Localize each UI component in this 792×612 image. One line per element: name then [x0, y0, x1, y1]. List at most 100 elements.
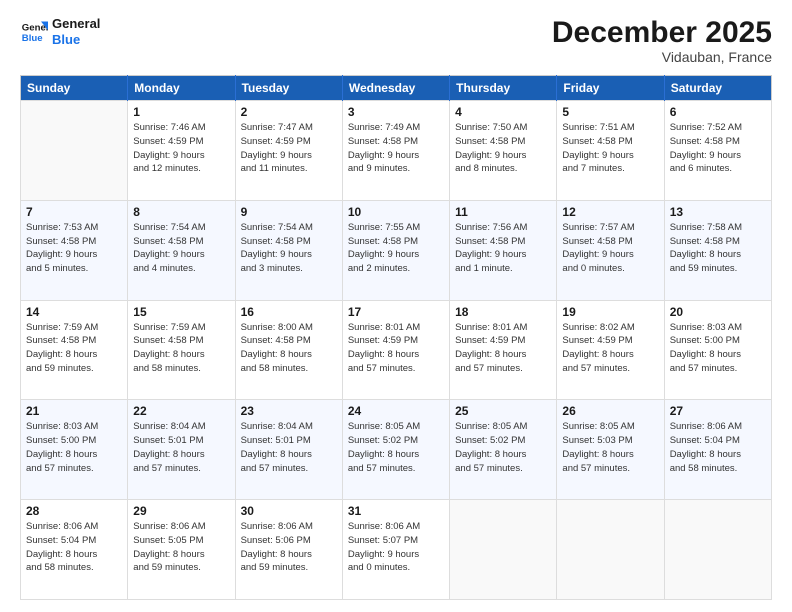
day-number: 13: [670, 205, 766, 219]
calendar-cell: 11 Sunrise: 7:56 AM Sunset: 4:58 PM Dayli…: [450, 200, 557, 300]
day-detail: Sunrise: 8:03 AM Sunset: 5:00 PM Dayligh…: [26, 420, 122, 475]
day-detail: Sunrise: 7:49 AM Sunset: 4:58 PM Dayligh…: [348, 121, 444, 176]
day-detail: Sunrise: 8:00 AM Sunset: 4:58 PM Dayligh…: [241, 321, 337, 376]
weekday-header-thursday: Thursday: [450, 76, 557, 101]
day-number: 3: [348, 105, 444, 119]
calendar-cell: 21 Sunrise: 8:03 AM Sunset: 5:00 PM Dayli…: [21, 400, 128, 500]
day-detail: Sunrise: 7:47 AM Sunset: 4:59 PM Dayligh…: [241, 121, 337, 176]
calendar-cell: 24Sunrise: 8:05 AM Sunset: 5:02 PM Dayli…: [342, 400, 449, 500]
calendar-cell: 20Sunrise: 8:03 AM Sunset: 5:00 PM Dayli…: [664, 300, 771, 400]
day-number: 5: [562, 105, 658, 119]
calendar-cell: 12Sunrise: 7:57 AM Sunset: 4:58 PM Dayli…: [557, 200, 664, 300]
day-detail: Sunrise: 8:04 AM Sunset: 5:01 PM Dayligh…: [241, 420, 337, 475]
calendar-cell: [21, 101, 128, 201]
calendar-cell: 1 Sunrise: 7:46 AM Sunset: 4:59 PM Daylig…: [128, 101, 235, 201]
day-number: 26: [562, 404, 658, 418]
calendar-week-row: 7 Sunrise: 7:53 AM Sunset: 4:58 PM Daylig…: [21, 200, 772, 300]
calendar-cell: [557, 500, 664, 600]
day-detail: Sunrise: 8:06 AM Sunset: 5:04 PM Dayligh…: [26, 520, 122, 575]
day-detail: Sunrise: 7:52 AM Sunset: 4:58 PM Dayligh…: [670, 121, 766, 176]
day-detail: Sunrise: 7:46 AM Sunset: 4:59 PM Dayligh…: [133, 121, 229, 176]
day-number: 21: [26, 404, 122, 418]
calendar-cell: 28Sunrise: 8:06 AM Sunset: 5:04 PM Dayli…: [21, 500, 128, 600]
day-number: 31: [348, 504, 444, 518]
day-detail: Sunrise: 8:02 AM Sunset: 4:59 PM Dayligh…: [562, 321, 658, 376]
day-detail: Sunrise: 7:53 AM Sunset: 4:58 PM Dayligh…: [26, 221, 122, 276]
day-number: 9: [241, 205, 337, 219]
calendar-cell: 31 Sunrise: 8:06 AM Sunset: 5:07 PM Dayli…: [342, 500, 449, 600]
calendar-cell: [664, 500, 771, 600]
day-number: 18: [455, 305, 551, 319]
svg-text:Blue: Blue: [22, 32, 43, 43]
day-number: 6: [670, 105, 766, 119]
day-detail: Sunrise: 8:01 AM Sunset: 4:59 PM Dayligh…: [455, 321, 551, 376]
day-detail: Sunrise: 7:58 AM Sunset: 4:58 PM Dayligh…: [670, 221, 766, 276]
day-number: 15: [133, 305, 229, 319]
weekday-header-sunday: Sunday: [21, 76, 128, 101]
day-detail: Sunrise: 8:06 AM Sunset: 5:07 PM Dayligh…: [348, 520, 444, 575]
calendar-cell: 23Sunrise: 8:04 AM Sunset: 5:01 PM Dayli…: [235, 400, 342, 500]
calendar-cell: 18 Sunrise: 8:01 AM Sunset: 4:59 PM Dayli…: [450, 300, 557, 400]
day-detail: Sunrise: 8:04 AM Sunset: 5:01 PM Dayligh…: [133, 420, 229, 475]
page-title: December 2025: [552, 16, 772, 49]
day-number: 19: [562, 305, 658, 319]
calendar-week-row: 21 Sunrise: 8:03 AM Sunset: 5:00 PM Dayli…: [21, 400, 772, 500]
calendar-week-row: 1 Sunrise: 7:46 AM Sunset: 4:59 PM Daylig…: [21, 101, 772, 201]
day-number: 24: [348, 404, 444, 418]
calendar-cell: 30 Sunrise: 8:06 AM Sunset: 5:06 PM Dayli…: [235, 500, 342, 600]
day-number: 25: [455, 404, 551, 418]
day-number: 29: [133, 504, 229, 518]
day-detail: Sunrise: 7:50 AM Sunset: 4:58 PM Dayligh…: [455, 121, 551, 176]
calendar-body: 1 Sunrise: 7:46 AM Sunset: 4:59 PM Daylig…: [21, 101, 772, 600]
day-detail: Sunrise: 7:56 AM Sunset: 4:58 PM Dayligh…: [455, 221, 551, 276]
logo-line2: Blue: [52, 32, 100, 48]
weekday-header-wednesday: Wednesday: [342, 76, 449, 101]
day-number: 1: [133, 105, 229, 119]
day-number: 16: [241, 305, 337, 319]
calendar-cell: [450, 500, 557, 600]
day-number: 11: [455, 205, 551, 219]
weekday-header-friday: Friday: [557, 76, 664, 101]
calendar-cell: 9 Sunrise: 7:54 AM Sunset: 4:58 PM Daylig…: [235, 200, 342, 300]
day-detail: Sunrise: 8:06 AM Sunset: 5:05 PM Dayligh…: [133, 520, 229, 575]
weekday-header-row: SundayMondayTuesdayWednesdayThursdayFrid…: [21, 76, 772, 101]
calendar-cell: 27Sunrise: 8:06 AM Sunset: 5:04 PM Dayli…: [664, 400, 771, 500]
day-number: 8: [133, 205, 229, 219]
day-detail: Sunrise: 7:59 AM Sunset: 4:58 PM Dayligh…: [133, 321, 229, 376]
calendar-cell: 25 Sunrise: 8:05 AM Sunset: 5:02 PM Dayli…: [450, 400, 557, 500]
day-detail: Sunrise: 8:06 AM Sunset: 5:06 PM Dayligh…: [241, 520, 337, 575]
calendar-cell: 19 Sunrise: 8:02 AM Sunset: 4:59 PM Dayli…: [557, 300, 664, 400]
day-number: 10: [348, 205, 444, 219]
weekday-header-saturday: Saturday: [664, 76, 771, 101]
calendar-cell: 15 Sunrise: 7:59 AM Sunset: 4:58 PM Dayli…: [128, 300, 235, 400]
day-detail: Sunrise: 7:54 AM Sunset: 4:58 PM Dayligh…: [241, 221, 337, 276]
calendar-cell: 5 Sunrise: 7:51 AM Sunset: 4:58 PM Daylig…: [557, 101, 664, 201]
calendar-cell: 10Sunrise: 7:55 AM Sunset: 4:58 PM Dayli…: [342, 200, 449, 300]
calendar-table: SundayMondayTuesdayWednesdayThursdayFrid…: [20, 75, 772, 600]
day-detail: Sunrise: 8:03 AM Sunset: 5:00 PM Dayligh…: [670, 321, 766, 376]
day-detail: Sunrise: 8:05 AM Sunset: 5:02 PM Dayligh…: [455, 420, 551, 475]
calendar-cell: 16 Sunrise: 8:00 AM Sunset: 4:58 PM Dayli…: [235, 300, 342, 400]
calendar-cell: 4 Sunrise: 7:50 AM Sunset: 4:58 PM Daylig…: [450, 101, 557, 201]
day-number: 17: [348, 305, 444, 319]
day-number: 4: [455, 105, 551, 119]
day-detail: Sunrise: 8:06 AM Sunset: 5:04 PM Dayligh…: [670, 420, 766, 475]
day-detail: Sunrise: 7:59 AM Sunset: 4:58 PM Dayligh…: [26, 321, 122, 376]
calendar-header: SundayMondayTuesdayWednesdayThursdayFrid…: [21, 76, 772, 101]
calendar-cell: 13 Sunrise: 7:58 AM Sunset: 4:58 PM Dayli…: [664, 200, 771, 300]
day-detail: Sunrise: 8:01 AM Sunset: 4:59 PM Dayligh…: [348, 321, 444, 376]
logo-line1: General: [52, 16, 100, 32]
day-number: 7: [26, 205, 122, 219]
day-number: 30: [241, 504, 337, 518]
day-detail: Sunrise: 7:51 AM Sunset: 4:58 PM Dayligh…: [562, 121, 658, 176]
day-detail: Sunrise: 7:57 AM Sunset: 4:58 PM Dayligh…: [562, 221, 658, 276]
day-detail: Sunrise: 8:05 AM Sunset: 5:03 PM Dayligh…: [562, 420, 658, 475]
header: General Blue General Blue December 2025 …: [20, 16, 772, 65]
calendar-cell: 6 Sunrise: 7:52 AM Sunset: 4:58 PM Daylig…: [664, 101, 771, 201]
weekday-header-monday: Monday: [128, 76, 235, 101]
calendar-cell: 17 Sunrise: 8:01 AM Sunset: 4:59 PM Dayli…: [342, 300, 449, 400]
day-number: 22: [133, 404, 229, 418]
calendar-cell: 29 Sunrise: 8:06 AM Sunset: 5:05 PM Dayli…: [128, 500, 235, 600]
page-subtitle: Vidauban, France: [552, 49, 772, 65]
logo: General Blue General Blue: [20, 16, 100, 47]
